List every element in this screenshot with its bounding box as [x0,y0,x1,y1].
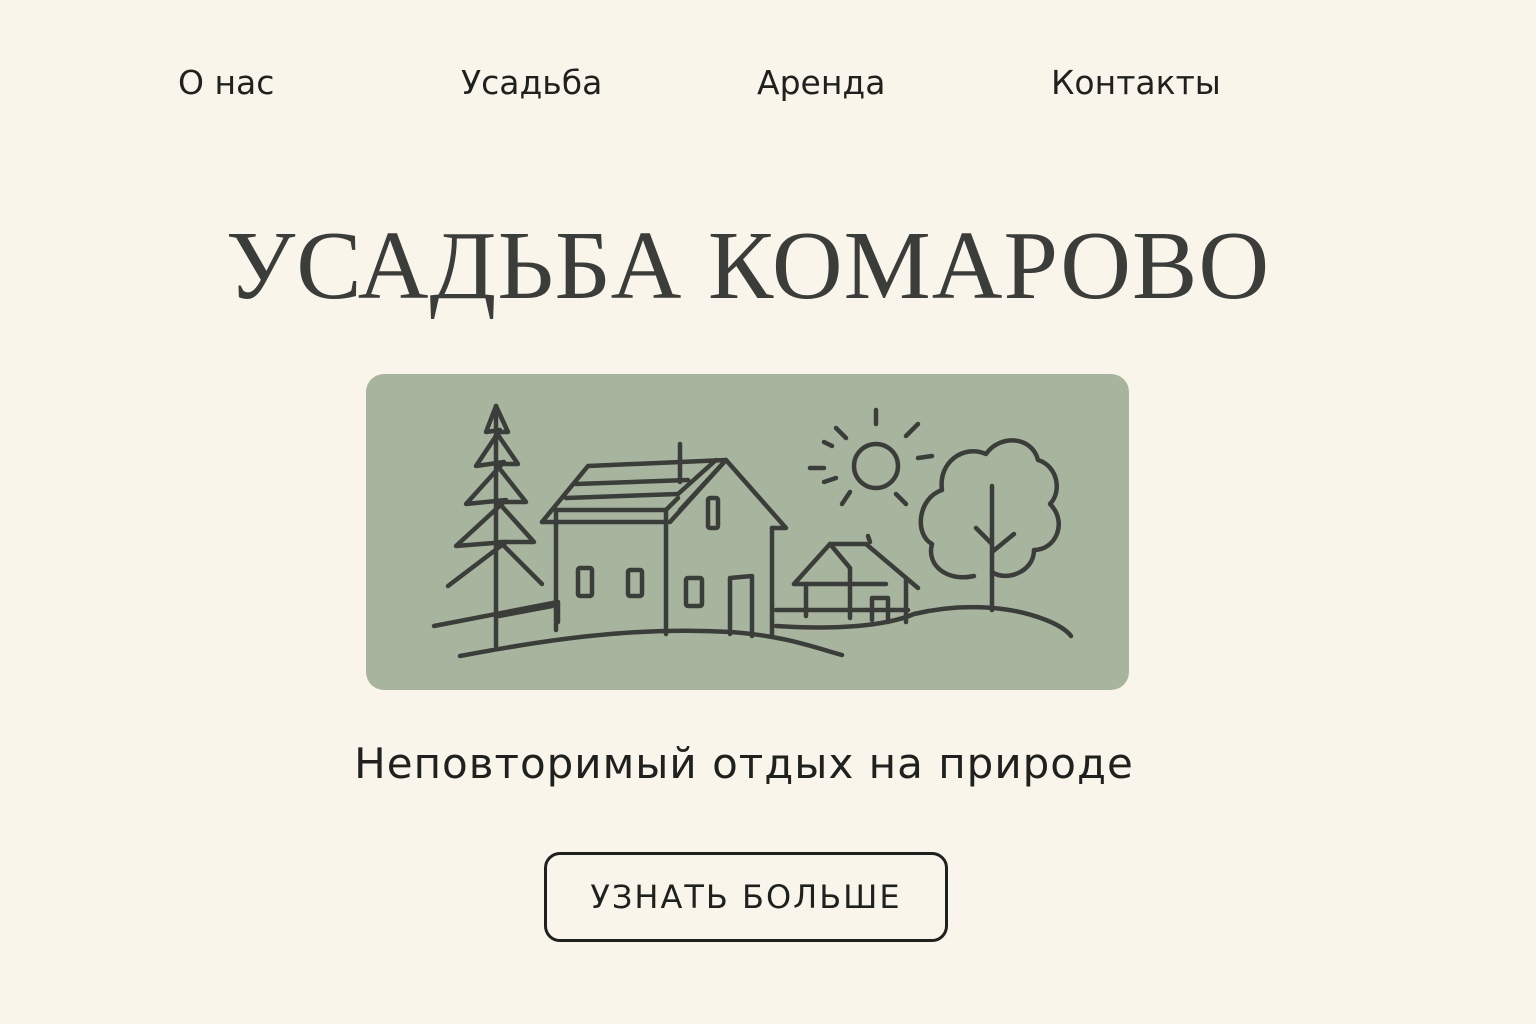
learn-more-button[interactable]: УЗНАТЬ БОЛЬШЕ [544,852,948,942]
nav-item-rent[interactable]: Аренда [757,62,885,104]
main-navigation: О нас Усадьба Аренда Контакты [0,0,1536,160]
page-title: УСАДЬБА КОМАРОВО [225,212,1271,320]
hero-tagline: Неповторимый отдых на природе [354,739,1134,788]
nav-item-contacts[interactable]: Контакты [1051,62,1221,104]
nav-item-about[interactable]: О нас [178,62,274,104]
estate-house-landscape-icon [431,403,1074,659]
estate-illustration [366,374,1129,690]
nav-item-estate[interactable]: Усадьба [461,62,602,104]
